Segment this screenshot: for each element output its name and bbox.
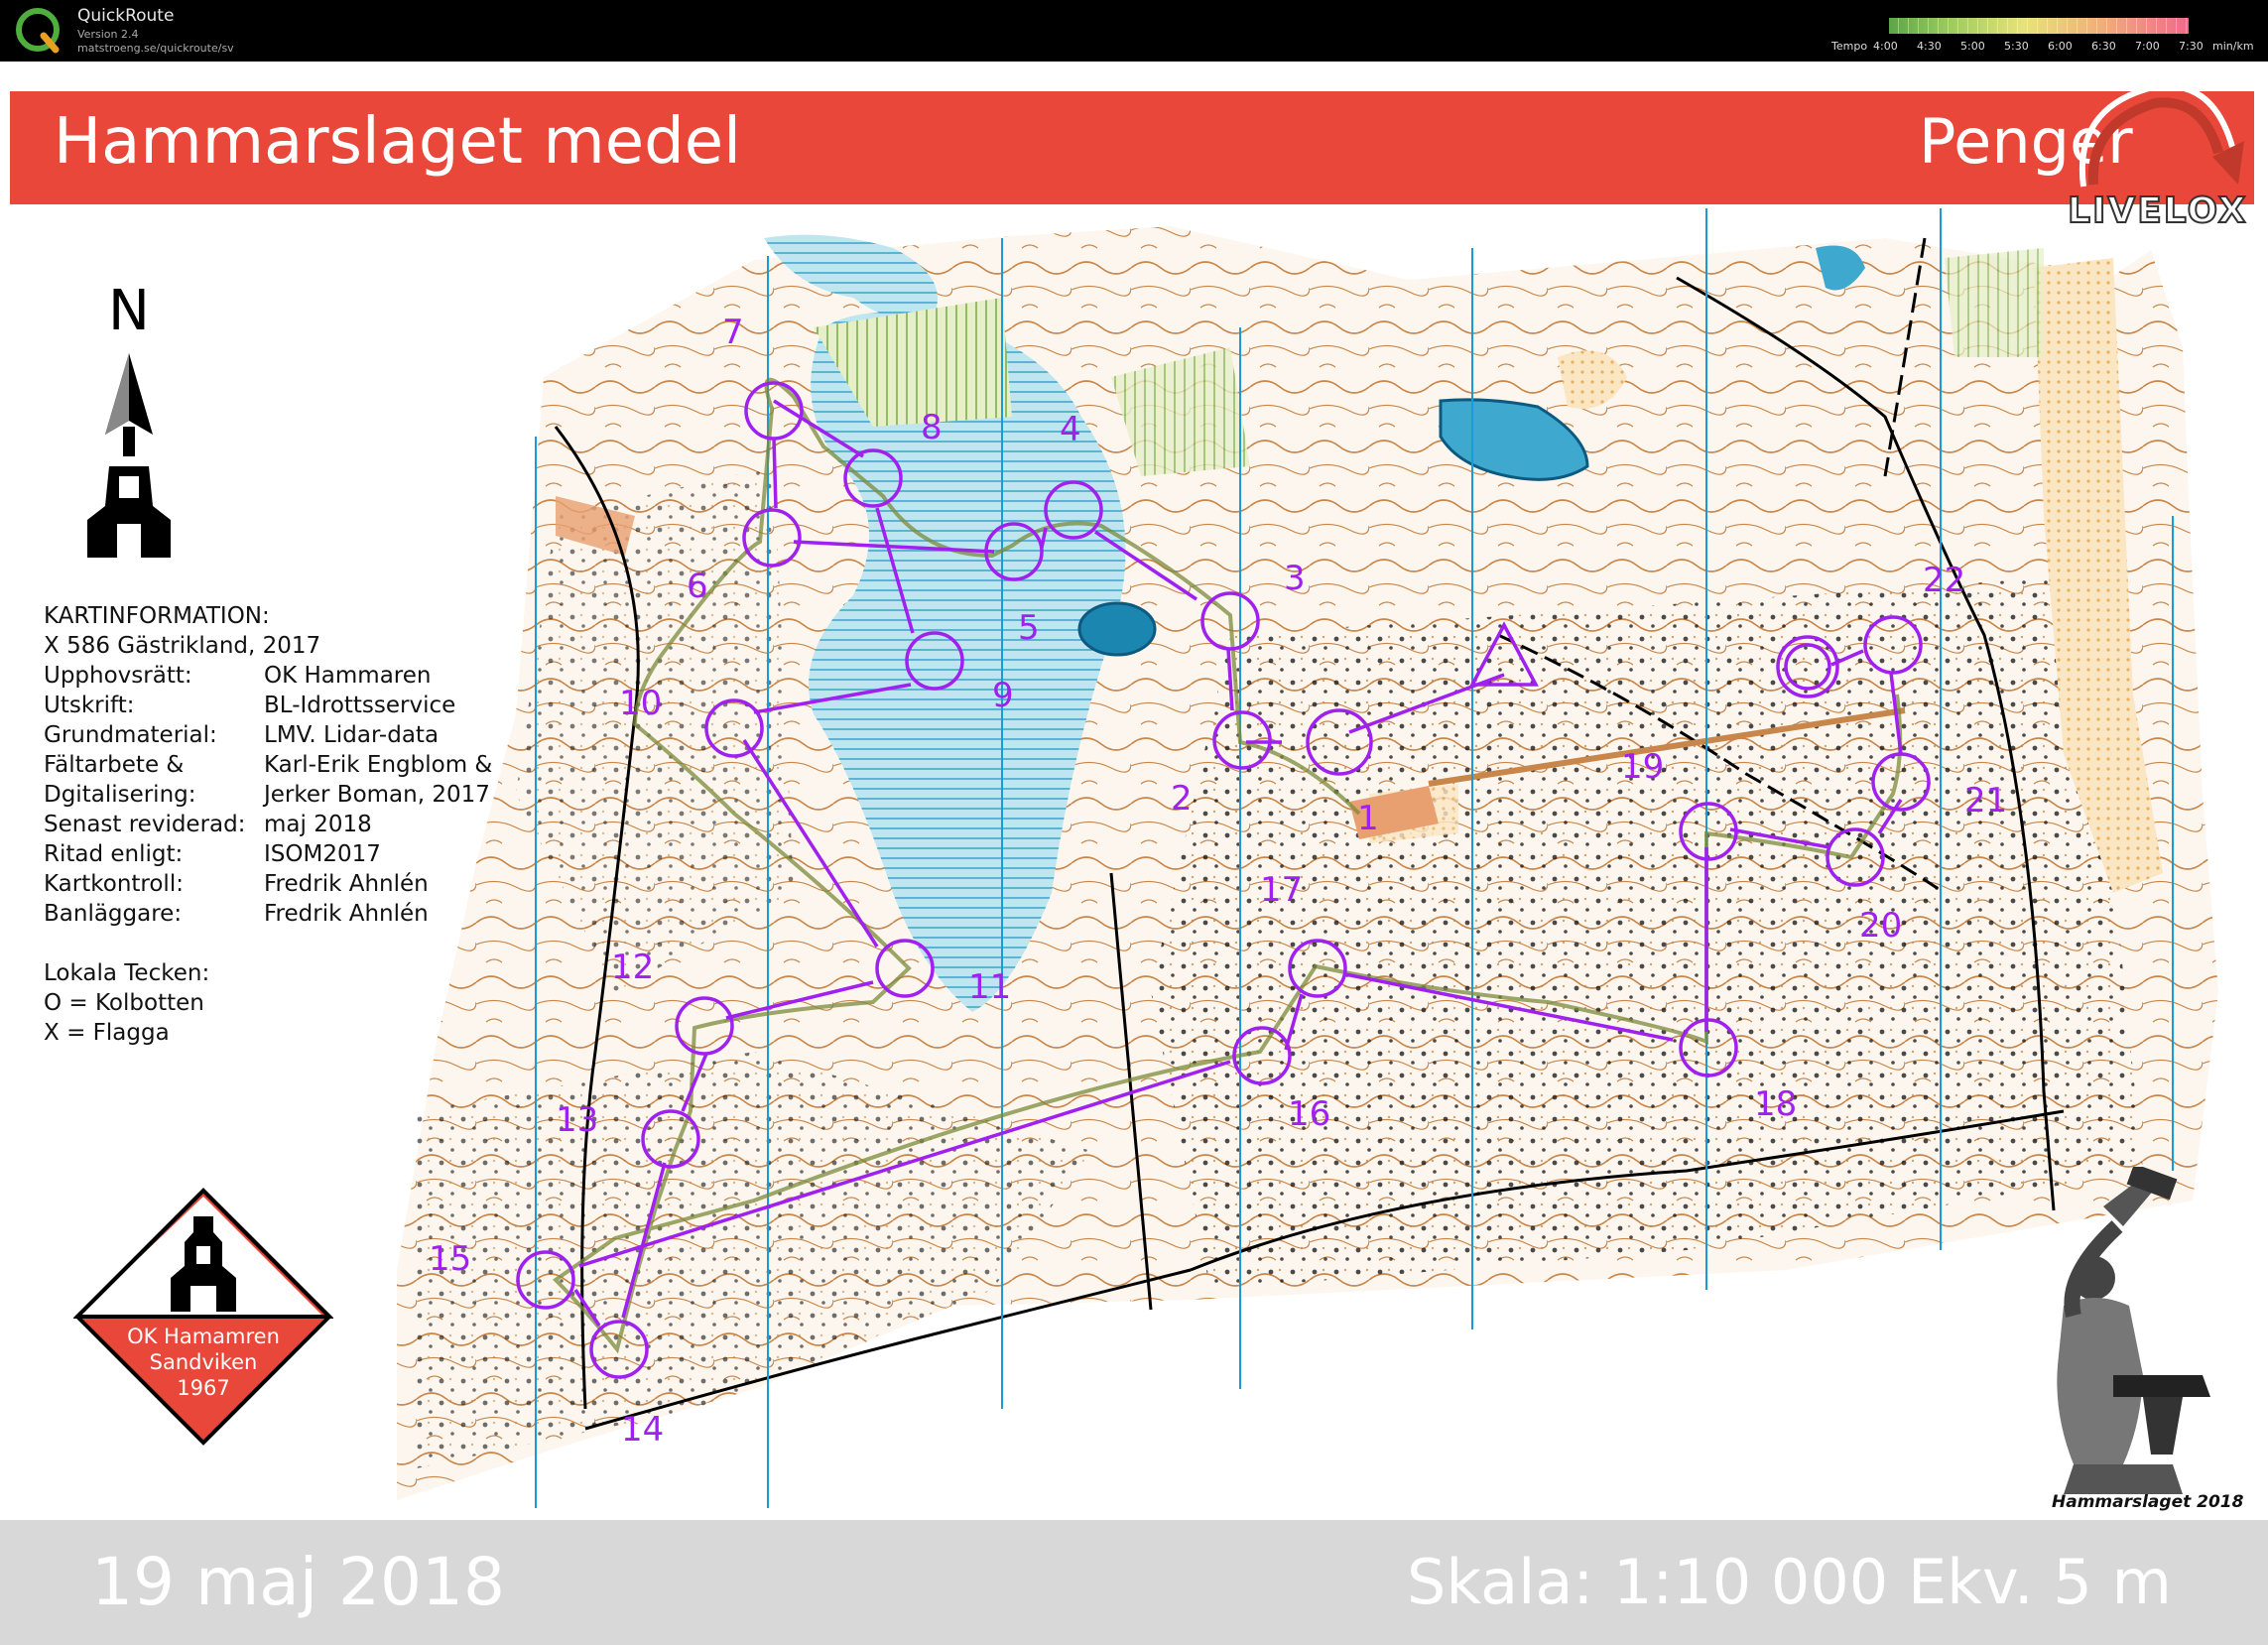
control-label: 6 [687, 567, 708, 606]
club-badge-line: OK Hamamren [127, 1325, 280, 1348]
info-heading: KARTINFORMATION: [44, 603, 270, 629]
control-label: 17 [1260, 870, 1303, 910]
info-row: Grundmaterial: LMV. Lidar-data [44, 722, 440, 748]
control-label: 14 [621, 1410, 664, 1450]
map-info: KARTINFORMATION: X 586 Gästrikland, 2017… [44, 601, 492, 1048]
control-label: 18 [1754, 1084, 1797, 1124]
control-label: 19 [1621, 747, 1664, 787]
info-row: Senast reviderad: maj 2018 [44, 812, 372, 837]
club-badge-line: 1967 [177, 1376, 229, 1400]
info-row: Ritad enligt: ISOM2017 [44, 841, 381, 867]
local-symbol: X = Flagga [44, 1020, 170, 1046]
club-badge-icon: OK Hamamren Sandviken 1967 [73, 1188, 333, 1446]
control-label: 11 [968, 967, 1011, 1007]
local-symbols-heading: Lokala Tecken: [44, 960, 210, 986]
control-label: 15 [429, 1239, 471, 1279]
club-badge-line: Sandviken [150, 1350, 258, 1374]
control-label: 20 [1859, 906, 1902, 946]
event-caption: Hammarslaget 2018 [2052, 1492, 2244, 1512]
livelox-brand: LIVELOX [2067, 190, 2248, 232]
info-row: Kartkontroll: Fredrik Ahnlén [44, 871, 429, 897]
control-label: 5 [1018, 608, 1040, 648]
map-title: Hammarslaget medel [54, 105, 741, 179]
control-label: 3 [1284, 559, 1306, 598]
control-label: 13 [556, 1100, 598, 1140]
control-label: 2 [1171, 779, 1193, 819]
control-label: 4 [1060, 410, 1081, 449]
control-label: 22 [1923, 561, 1965, 600]
event-date: 19 maj 2018 [91, 1544, 505, 1620]
info-row: Utskrift: BL-Idrottsservice [44, 693, 456, 718]
control-label: 1 [1357, 799, 1379, 838]
north-label: N [108, 279, 150, 343]
control-label: 12 [611, 948, 654, 987]
map-scale: Skala: 1:10 000 Ekv. 5 m [1407, 1546, 2172, 1618]
info-subheading: X 586 Gästrikland, 2017 [44, 633, 321, 659]
control-label: 10 [619, 684, 662, 723]
info-row: Dgitalisering: Jerker Boman, 2017 [44, 782, 490, 808]
control-label: 7 [722, 313, 744, 352]
info-row: Fältarbete & Karl-Erik Engblom & [44, 752, 493, 778]
blacksmith-illustration-icon [2057, 1167, 2210, 1494]
info-row: Banläggare: Fredrik Ahnlén [44, 901, 429, 927]
local-symbol: O = Kolbotten [44, 990, 204, 1016]
info-row: Upphovsrätt: OK Hammaren [44, 663, 432, 689]
control-label: 9 [992, 676, 1014, 715]
control-label: 8 [921, 408, 943, 447]
control-label: 16 [1288, 1094, 1330, 1134]
control-label: 21 [1964, 781, 2007, 821]
terrain [397, 208, 2218, 1508]
north-arrow-icon: N [87, 279, 171, 558]
